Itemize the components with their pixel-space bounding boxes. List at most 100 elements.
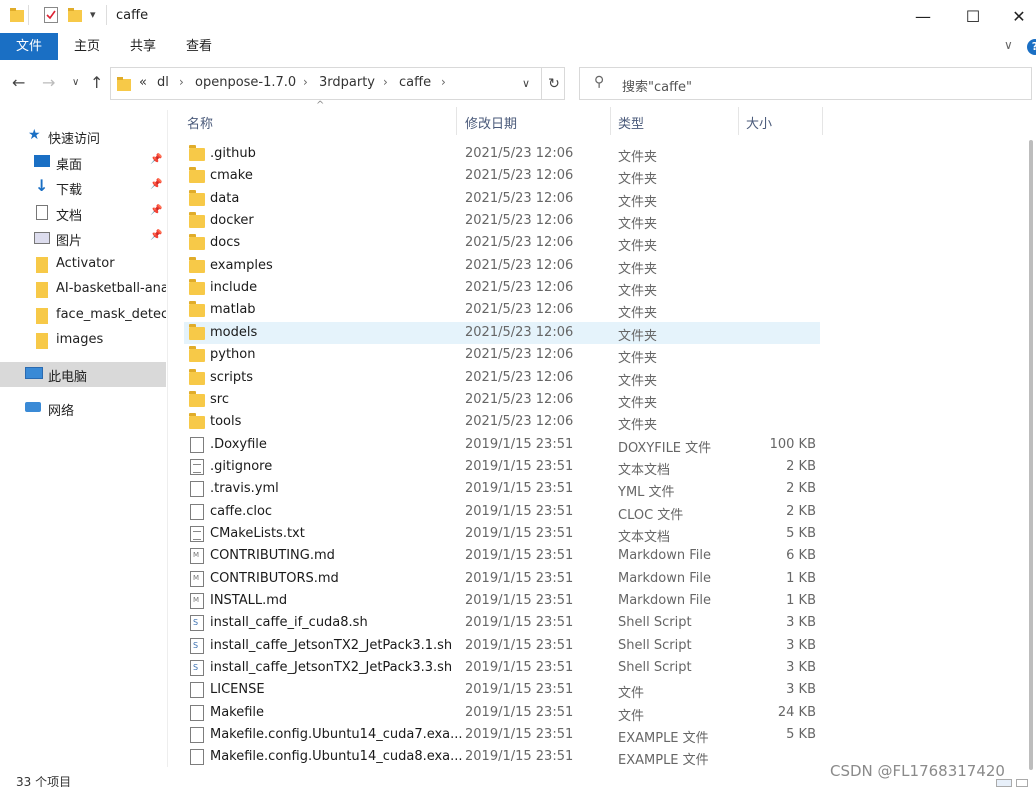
pin-icon[interactable]: 📌 [150, 230, 162, 241]
table-row[interactable]: examples 2021/5/23 12:06 文件夹 [184, 255, 820, 277]
table-row[interactable]: install_caffe_if_cuda8.sh 2019/1/15 23:51… [184, 612, 820, 634]
file-date: 2019/1/15 23:51 [465, 704, 574, 720]
chevron-right-icon[interactable]: › [383, 75, 388, 89]
help-icon[interactable]: ? [1027, 39, 1036, 55]
tab-share[interactable]: 共享 [118, 33, 168, 60]
sidebar-item-desktop[interactable]: 桌面 📌 [0, 150, 166, 175]
table-row[interactable]: caffe.cloc 2019/1/15 23:51 CLOC 文件 2 KB [184, 501, 820, 523]
tab-home[interactable]: 主页 [62, 33, 112, 60]
table-row[interactable]: Makefile.config.Ubuntu14_cuda8.exa... 201… [184, 746, 820, 768]
table-row[interactable]: .gitignore 2019/1/15 23:51 文本文档 2 KB [184, 456, 820, 478]
table-row[interactable]: data 2021/5/23 12:06 文件夹 [184, 188, 820, 210]
table-row[interactable]: install_caffe_JetsonTX2_JetPack3.1.sh 201… [184, 635, 820, 657]
close-icon[interactable]: ✕ [996, 0, 1036, 33]
file-name: install_caffe_if_cuda8.sh [210, 615, 368, 631]
table-row[interactable]: matlab 2021/5/23 12:06 文件夹 [184, 299, 820, 321]
tab-file[interactable]: 文件 [0, 33, 58, 60]
table-row[interactable]: python 2021/5/23 12:06 文件夹 [184, 344, 820, 366]
new-folder-icon[interactable] [68, 7, 82, 27]
sidebar-item-pictures[interactable]: 图片 📌 [0, 226, 166, 251]
table-row[interactable]: Makefile 2019/1/15 23:51 文件 24 KB [184, 702, 820, 724]
pin-icon[interactable]: 📌 [150, 179, 162, 190]
sidebar-item-quick-access[interactable]: ★ 快速访问 [0, 124, 166, 149]
table-row[interactable]: .travis.yml 2019/1/15 23:51 YML 文件 2 KB [184, 478, 820, 500]
file-type: CLOC 文件 [618, 507, 684, 523]
column-header-date[interactable]: 修改日期 [465, 113, 517, 132]
table-row[interactable]: docs 2021/5/23 12:06 文件夹 [184, 232, 820, 254]
table-row[interactable]: install_caffe_JetsonTX2_JetPack3.3.sh 201… [184, 657, 820, 679]
table-row[interactable]: include 2021/5/23 12:06 文件夹 [184, 277, 820, 299]
properties-icon[interactable] [44, 7, 58, 27]
chevron-right-icon[interactable]: › [441, 75, 446, 89]
sidebar-item-images[interactable]: images [0, 328, 166, 353]
column-header-size[interactable]: 大小 [746, 113, 772, 132]
view-toggle[interactable] [994, 778, 1034, 787]
search-input[interactable]: 搜索"caffe" [622, 76, 692, 95]
table-row[interactable]: tools 2021/5/23 12:06 文件夹 [184, 411, 820, 433]
pin-icon[interactable]: 📌 [150, 205, 162, 216]
column-divider[interactable] [456, 107, 457, 135]
column-header-type[interactable]: 类型 [618, 113, 644, 132]
forward-icon[interactable]: → [42, 73, 55, 92]
address-bar[interactable]: « dl › openpose-1.7.0 › 3rdparty › caffe… [110, 67, 565, 100]
sidebar-item-label: AI-basketball-ana [56, 281, 166, 296]
search-box[interactable]: ⚲ 搜索"caffe" [579, 67, 1032, 100]
table-row[interactable]: CONTRIBUTING.md 2019/1/15 23:51 Markdown F… [184, 545, 820, 567]
sidebar-item-this-pc[interactable]: 此电脑 [0, 362, 166, 387]
customize-toolbar-icon[interactable]: ▾ [90, 8, 96, 21]
file-type: EXAMPLE 文件 [618, 753, 709, 769]
sidebar-item-ai-basketball[interactable]: AI-basketball-ana [0, 277, 166, 302]
table-row[interactable]: docker 2021/5/23 12:06 文件夹 [184, 210, 820, 232]
table-row[interactable]: .Doxyfile 2019/1/15 23:51 DOXYFILE 文件 100 K… [184, 434, 820, 456]
file-type: 文件夹 [618, 328, 658, 344]
large-icons-view-icon[interactable] [1016, 779, 1028, 787]
vertical-scrollbar[interactable] [1026, 110, 1036, 770]
back-icon[interactable]: ← [12, 73, 25, 92]
pin-icon[interactable]: 📌 [150, 154, 162, 165]
sidebar-item-face-mask[interactable]: face_mask_detecti [0, 303, 166, 328]
maximize-icon[interactable]: ☐ [950, 0, 996, 33]
column-divider[interactable] [610, 107, 611, 135]
recent-locations-icon[interactable]: ∨ [72, 77, 79, 88]
file-size: 24 KB [777, 704, 816, 720]
address-segment-dl[interactable]: dl [157, 75, 169, 90]
column-header-name[interactable]: 名称 [187, 113, 213, 132]
sidebar-item-downloads[interactable]: ↓ 下载 📌 [0, 175, 166, 200]
table-row[interactable]: Makefile.config.Ubuntu14_cuda7.exa... 201… [184, 724, 820, 746]
column-divider[interactable] [738, 107, 739, 135]
up-icon[interactable]: ↑ [90, 73, 103, 92]
address-segment-3rdparty[interactable]: 3rdparty [319, 75, 375, 90]
table-row[interactable]: CONTRIBUTORS.md 2019/1/15 23:51 Markdown F… [184, 568, 820, 590]
column-divider[interactable] [822, 107, 823, 135]
file-icon [190, 749, 204, 766]
chevron-down-icon[interactable]: ∨ [511, 68, 541, 99]
table-row[interactable]: CMakeLists.txt 2019/1/15 23:51 文本文档 5 KB [184, 523, 820, 545]
scrollbar-thumb[interactable] [1029, 140, 1033, 770]
file-size: 3 KB [786, 637, 816, 653]
table-row[interactable]: scripts 2021/5/23 12:06 文件夹 [184, 367, 820, 389]
table-row[interactable]: LICENSE 2019/1/15 23:51 文件 3 KB [184, 679, 820, 701]
sidebar-item-documents[interactable]: 文档 📌 [0, 201, 166, 226]
text-file-icon [190, 458, 204, 475]
expand-ribbon-icon[interactable]: ∨ [1004, 38, 1013, 52]
minimize-icon[interactable]: — [900, 0, 946, 33]
network-icon [25, 402, 41, 412]
table-row[interactable]: src 2021/5/23 12:06 文件夹 [184, 389, 820, 411]
sidebar-item-activator[interactable]: Activator [0, 252, 166, 277]
markdown-file-icon [190, 548, 204, 565]
tab-view[interactable]: 查看 [174, 33, 224, 60]
title-bar: ▾ caffe — ☐ ✕ [0, 0, 1036, 33]
details-view-icon[interactable] [996, 779, 1012, 787]
table-row[interactable]: INSTALL.md 2019/1/15 23:51 Markdown File 1 … [184, 590, 820, 612]
chevron-right-icon[interactable]: › [179, 75, 184, 89]
table-row[interactable]: .github 2021/5/23 12:06 文件夹 [184, 143, 820, 165]
sidebar-item-network[interactable]: 网络 [0, 396, 166, 421]
refresh-icon[interactable]: ↻ [541, 68, 566, 99]
folder-icon[interactable] [10, 7, 24, 27]
table-row[interactable]: models 2021/5/23 12:06 文件夹 [184, 321, 820, 344]
address-overflow[interactable]: « [139, 75, 147, 90]
address-segment-caffe[interactable]: caffe [399, 75, 431, 90]
address-segment-openpose[interactable]: openpose-1.7.0 [195, 75, 296, 90]
chevron-right-icon[interactable]: › [303, 75, 308, 89]
table-row[interactable]: cmake 2021/5/23 12:06 文件夹 [184, 165, 820, 187]
